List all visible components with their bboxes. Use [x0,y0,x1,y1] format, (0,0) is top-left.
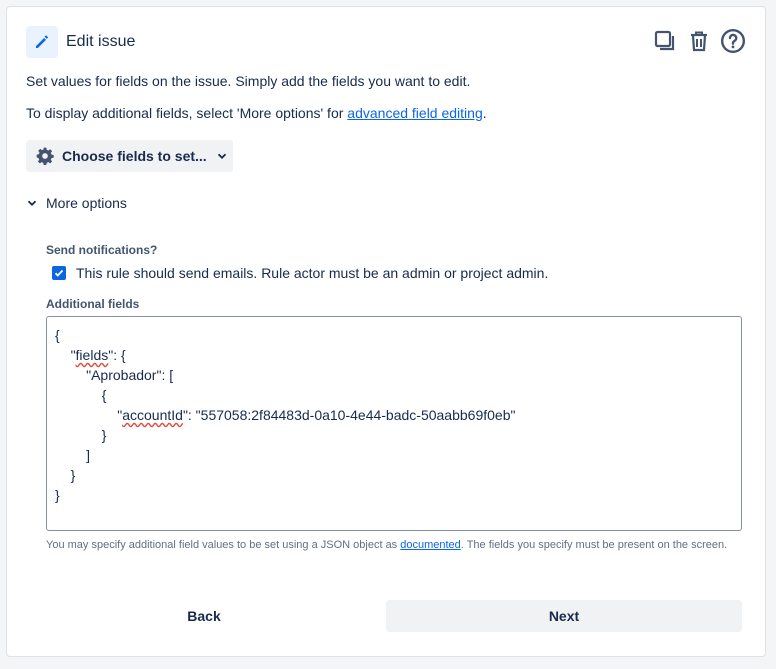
more-options-label: More options [46,195,127,211]
help-prefix: You may specify additional field values … [46,539,401,551]
help-icon[interactable] [719,27,747,55]
code-line: } [55,485,733,505]
code-text: ": "557058:2f84483d-0a10-4e44-badc-50aab… [182,407,516,423]
gear-icon [35,146,55,166]
back-button[interactable]: Back [26,600,382,632]
next-button[interactable]: Next [386,600,742,632]
advanced-editing-text: To display additional fields, select 'Mo… [26,105,487,121]
code-line: "accountId": "557058:2f84483d-0a10-4e44-… [55,405,733,425]
description-text: Set values for fields on the issue. Simp… [26,73,471,89]
additional-fields-help: You may specify additional field values … [46,537,746,553]
additional-fields-label: Additional fields [46,297,140,311]
choose-fields-button[interactable]: Choose fields to set... [26,140,233,172]
code-line: "fields": { [55,345,733,365]
edit-issue-panel: Edit issue Set values for fields on the … [6,6,766,657]
send-notifications-label: Send notifications? [46,243,158,257]
more-options-toggle[interactable]: More options [26,195,127,211]
code-line: } [55,465,733,485]
pencil-icon [26,26,58,58]
send-emails-checkbox[interactable] [52,266,66,280]
page-title: Edit issue [66,33,136,50]
send-emails-row: This rule should send emails. Rule actor… [52,265,548,281]
code-text: "Aprobador": [ [86,367,174,383]
help-suffix: . The fields you specify must be present… [460,539,728,551]
code-line: "Aprobador": [ [55,365,733,385]
choose-fields-label: Choose fields to set... [62,148,207,164]
trash-icon[interactable] [685,27,713,55]
documented-link[interactable]: documented [400,539,461,551]
code-line: ] [55,445,733,465]
code-text: ": { [108,347,126,363]
advanced-field-editing-link[interactable]: advanced field editing [347,105,482,121]
code-text: { [101,387,107,403]
additional-fields-textarea[interactable]: { "fields": { "Aprobador": [ { "accountI… [46,316,742,531]
duplicate-icon[interactable] [651,27,679,55]
spellcheck-word: accountId [122,407,183,423]
code-line: { [55,325,733,345]
advanced-editing-suffix: . [482,105,487,121]
chevron-down-icon [216,150,228,162]
spellcheck-word: fields [75,347,109,363]
code-line: } [55,425,733,445]
code-text: } [70,467,76,483]
code-text: { [55,327,60,343]
header-actions [651,27,747,55]
send-emails-label: This rule should send emails. Rule actor… [76,265,549,281]
advanced-editing-prefix: To display additional fields, select 'Mo… [26,105,348,121]
code-line: { [55,385,733,405]
code-text: ] [86,447,91,463]
chevron-down-icon [26,197,38,209]
code-text: } [55,487,60,503]
code-text: } [101,427,107,443]
